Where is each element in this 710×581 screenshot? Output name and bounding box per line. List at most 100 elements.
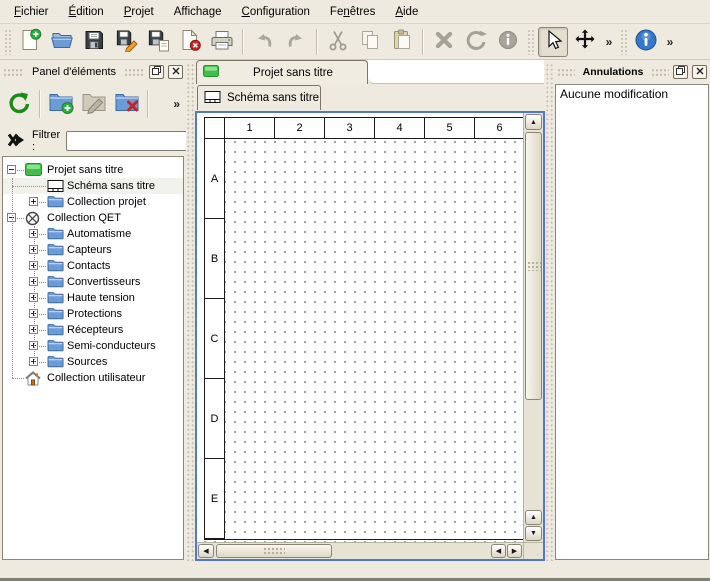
frame-corner-cell [205,118,225,139]
panel-toolbar-overflow-button[interactable]: » [173,97,182,111]
tree-guide-stub [17,170,24,171]
save-all-icon [146,28,170,55]
project-tabbar: Projet sans titre [195,60,545,84]
frame-column-header: 1 [225,118,275,139]
tree-guide-stub [39,346,46,347]
open-document-button[interactable] [47,27,77,57]
menu-fenetres[interactable]: Fenêtres [320,2,385,22]
tree-item-protections[interactable]: Protections [3,306,183,322]
tree-item-contacts[interactable]: Contacts [3,258,183,274]
scroll-up-button[interactable]: ▲ [525,510,542,525]
new-document-button[interactable] [15,27,45,57]
menu-fichier[interactable]: Fichier [4,2,59,22]
elements-panel-titlebar[interactable]: Panel d'éléments [0,63,186,81]
toolbar-overflow-button[interactable]: » [602,35,616,49]
tree-item-label: Protections [67,306,122,322]
toolbar-overflow-button[interactable]: » [663,35,677,49]
new-document-icon [18,28,42,55]
menu-projet[interactable]: Projet [114,2,164,22]
close-panel-button[interactable] [692,65,707,79]
tab-schema[interactable]: Schéma sans titre [197,85,321,110]
clear-filter-icon[interactable] [6,132,26,151]
select-mode-button[interactable] [538,27,568,57]
expand-icon[interactable] [29,197,38,206]
right-splitter-handle[interactable] [545,63,554,561]
arrow-down-icon: ▼ [530,530,537,537]
about-info-icon [633,27,659,56]
tree-item-collection-projet[interactable]: Collection projet [3,194,183,210]
paste-button[interactable] [387,27,417,57]
tab-project[interactable]: Projet sans titre [196,60,368,84]
delete-category-button[interactable] [112,89,142,119]
tree-item-sources[interactable]: Sources [3,354,183,370]
workspace: Projet sans titre Schéma sans titre 1234… [195,60,545,561]
arrow-up-icon: ▲ [530,119,537,126]
tree-item-automatisme[interactable]: Automatisme [3,226,183,242]
new-category-button[interactable] [46,89,76,119]
horizontal-scrollbar[interactable]: ◀ ◀ ▶ [197,542,523,559]
tree-item-semi-conducteurs[interactable]: Semi-conducteurs [3,338,183,354]
menu-affichage[interactable]: Affichage [164,2,232,22]
tabbar-empty-area [368,60,544,84]
move-tool-icon [573,28,597,55]
scroll-up-button[interactable]: ▲ [525,114,542,130]
save-button[interactable] [79,27,109,57]
reload-collections-button[interactable] [4,89,34,119]
redo-button[interactable] [281,27,311,57]
scroll-down-button[interactable]: ▼ [525,526,542,541]
tree-guide-stub [39,362,46,363]
undo-history-item[interactable]: Aucune modification [556,85,708,103]
rotate-button[interactable] [461,27,491,57]
tree-item-collection-utilisateur[interactable]: Collection utilisateur [3,370,183,386]
frame-column-header: 5 [425,118,475,139]
scroll-left-button[interactable]: ◀ [491,544,506,558]
copy-button[interactable] [355,27,385,57]
left-splitter-handle[interactable] [186,63,195,561]
float-panel-button[interactable] [673,65,688,79]
float-panel-button[interactable] [149,65,164,79]
undo-button[interactable] [249,27,279,57]
scroll-left-button[interactable]: ◀ [198,544,214,558]
tree-item-label: Collection utilisateur [47,370,145,386]
tree-item-recepteurs[interactable]: Récepteurs [3,322,183,338]
toolbar-drag-handle[interactable] [4,29,11,55]
frame-column-header: 3 [325,118,375,139]
edit-category-icon [81,90,107,119]
toolbar-drag-handle[interactable] [620,29,627,55]
toolbar-separator [422,29,424,55]
collapse-icon[interactable] [7,165,16,174]
edit-category-button[interactable] [79,89,109,119]
tree-item-capteurs[interactable]: Capteurs [3,242,183,258]
delete-button[interactable] [429,27,459,57]
scroll-right-button[interactable]: ▶ [507,544,522,558]
menu-edition[interactable]: Édition [59,2,114,22]
delete-category-icon [114,90,140,119]
titlebar-texture [557,68,575,77]
save-all-button[interactable] [143,27,173,57]
diagram-canvas[interactable]: 123456ABCDE [197,113,523,542]
about-button[interactable] [631,27,661,57]
tree-item-collection-qet[interactable]: Collection QET [3,210,183,226]
vertical-scroll-thumb[interactable] [525,132,542,400]
tree-item-schema-sans-titre[interactable]: Schéma sans titre [3,178,183,194]
menu-aide[interactable]: Aide [385,2,428,22]
tree-item-haute-tension[interactable]: Haute tension [3,290,183,306]
tree-item-convertisseurs[interactable]: Convertisseurs [3,274,183,290]
element-info-button[interactable] [493,27,523,57]
save-as-button[interactable] [111,27,141,57]
cut-button[interactable] [323,27,353,57]
tree-guide-stub [39,314,46,315]
close-document-button[interactable] [175,27,205,57]
project-icon [203,65,219,80]
tree-item-projet-sans-titre[interactable]: Projet sans titre [3,162,183,178]
undo-history-list: Aucune modification [555,84,709,560]
undo-panel-titlebar[interactable]: Annulations [554,63,710,81]
tree-guide-stub [12,186,46,187]
menu-configuration[interactable]: Configuration [232,2,320,22]
close-panel-button[interactable] [168,65,183,79]
vertical-scrollbar[interactable]: ▲ ▲ ▼ [523,113,543,542]
horizontal-scroll-thumb[interactable] [216,544,332,558]
move-mode-button[interactable] [570,27,600,57]
print-button[interactable] [207,27,237,57]
toolbar-drag-handle[interactable] [527,29,534,55]
